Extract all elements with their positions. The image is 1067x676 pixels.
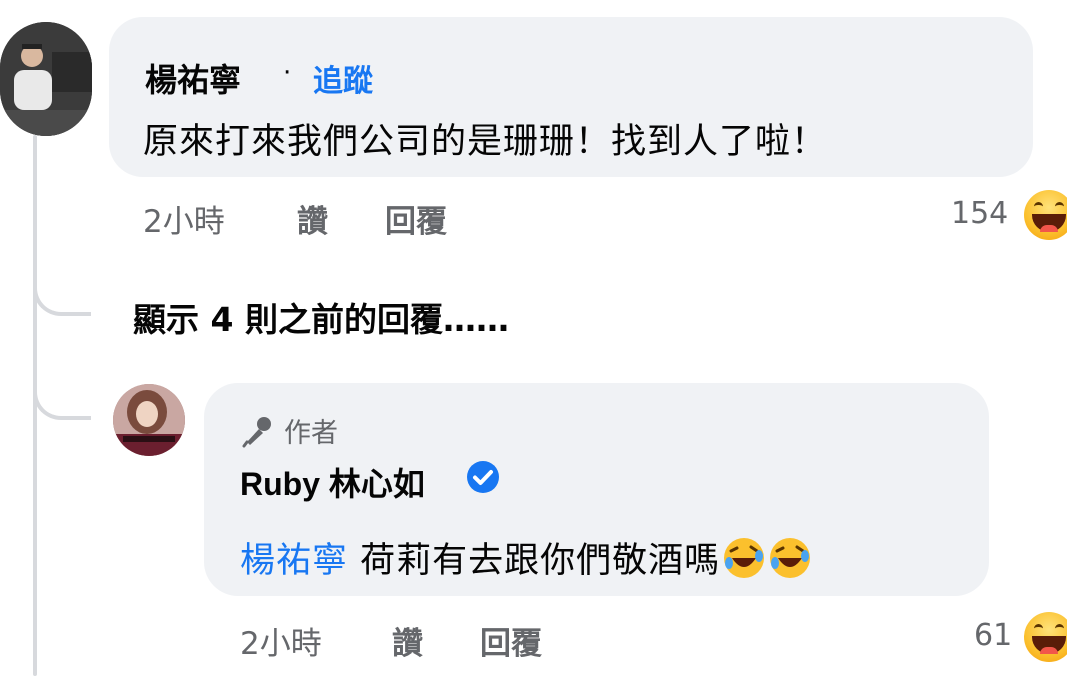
follow-link[interactable]: 追蹤	[313, 56, 373, 100]
microphone-icon	[242, 416, 271, 447]
verified-badge-icon	[467, 461, 499, 493]
avatar[interactable]	[0, 22, 92, 136]
like-button[interactable]: 讚	[392, 618, 423, 663]
like-button[interactable]: 讚	[297, 196, 328, 241]
mention-link[interactable]: 楊祐寧	[240, 541, 348, 581]
comment-author[interactable]: 楊祐寧	[145, 55, 241, 101]
laugh-emoji-icon[interactable]	[1024, 190, 1067, 240]
laugh-emoji-icon[interactable]	[1024, 612, 1067, 662]
thread-branch-reply	[33, 380, 91, 420]
rofl-emoji-icon	[724, 538, 765, 578]
avatar[interactable]	[113, 384, 185, 456]
reply-button[interactable]: 回覆	[385, 196, 447, 241]
rofl-emoji-icon	[770, 538, 811, 578]
reply-button[interactable]: 回覆	[480, 618, 542, 663]
show-previous-replies-link[interactable]: 顯示 4 則之前的回覆……	[133, 293, 509, 341]
reply-author[interactable]: Ruby 林心如	[240, 459, 425, 505]
author-badge-label: 作者	[284, 418, 338, 449]
reply-text: 楊祐寧 荷莉有去跟你們敬酒嗎	[240, 532, 812, 583]
separator-dot: ·	[283, 58, 292, 88]
comment-text: 原來打來我們公司的是珊珊！找到人了啦！	[143, 122, 828, 162]
thread-branch-show-more	[33, 280, 91, 316]
reply-text-body: 荷莉有去跟你們敬酒嗎	[360, 541, 721, 581]
comment-timestamp[interactable]: 2小時	[143, 196, 225, 241]
author-badge: 作者	[240, 411, 338, 450]
reaction-count[interactable]: 154	[951, 196, 1008, 231]
reply-timestamp[interactable]: 2小時	[240, 618, 322, 663]
reaction-count[interactable]: 61	[974, 618, 1012, 653]
